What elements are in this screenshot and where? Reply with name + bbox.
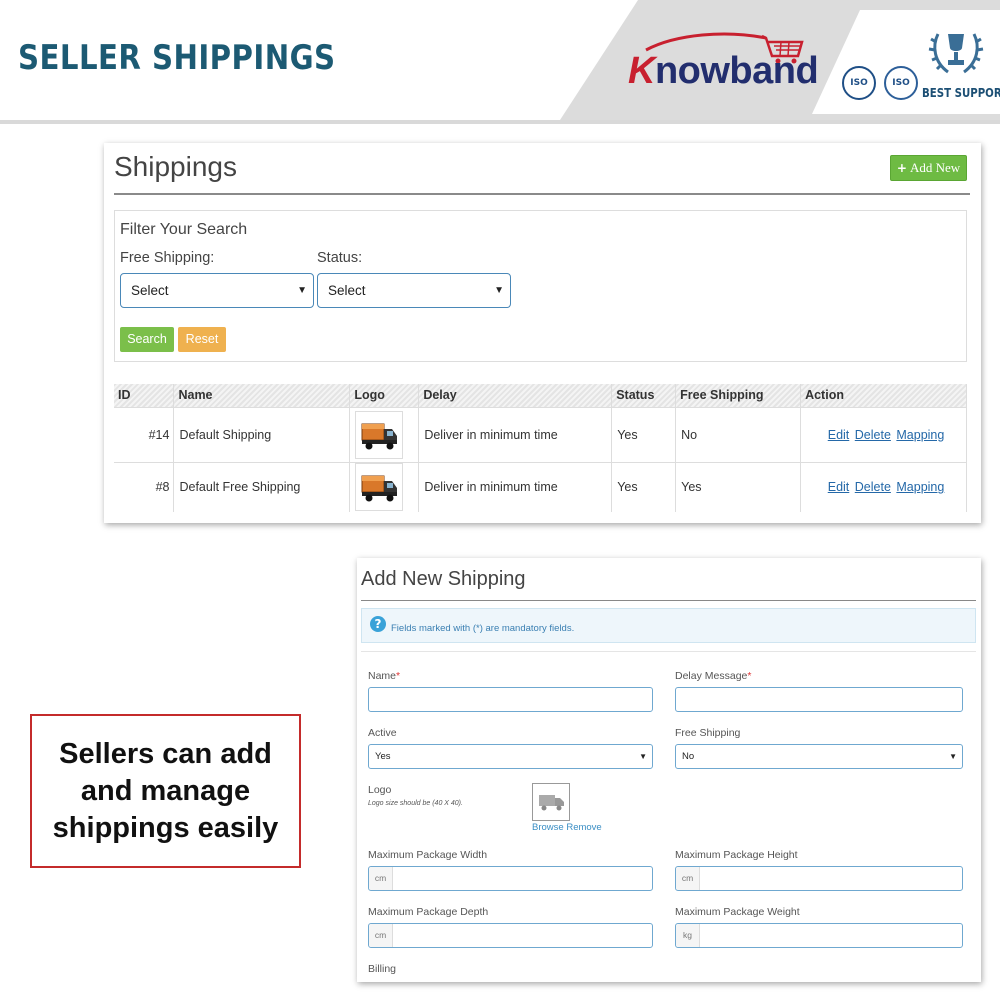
row-name: Default Shipping (173, 406, 351, 462)
logo-actions: Browse Remove (532, 822, 602, 833)
row-free-shipping: Yes (675, 461, 802, 512)
reset-button[interactable]: Reset (178, 327, 226, 352)
row-id: #8 (114, 461, 175, 512)
callout-line: Sellers can add (59, 738, 272, 770)
title-divider (361, 600, 976, 601)
shippings-table: ID Name Logo Delay Status Free Shipping … (114, 384, 967, 512)
row-logo (349, 461, 420, 512)
free-shipping-label: Free Shipping (675, 727, 741, 739)
info-alert: ? Fields marked with (*) are mandatory f… (361, 608, 976, 643)
shippings-panel: Shippings + Add New Filter Your Search Fr… (104, 143, 981, 523)
max-width-input[interactable]: cm (368, 866, 653, 891)
logo-wordmark: Knowband (628, 50, 819, 92)
info-text: Fields marked with (*) are mandatory fie… (391, 623, 575, 634)
edit-link[interactable]: Edit (828, 480, 850, 494)
truck-icon (355, 463, 404, 512)
shippings-title: Shippings (114, 151, 237, 182)
truck-icon (355, 410, 404, 459)
unit-addon: cm (676, 867, 700, 890)
billing-label: Billing (368, 963, 397, 975)
callout-line: and manage (80, 775, 251, 807)
plus-icon: + (896, 161, 907, 175)
unit-addon: cm (369, 867, 393, 890)
max-depth-input[interactable]: cm (368, 923, 653, 948)
truck-placeholder-icon (539, 795, 564, 811)
column-header: Action (800, 384, 967, 407)
name-input[interactable] (368, 687, 653, 712)
dropdown-arrow-icon: ▼ (494, 285, 504, 296)
column-header[interactable]: Name (173, 384, 351, 407)
max-weight-input[interactable]: kg (675, 923, 963, 948)
row-status: Yes (611, 461, 677, 512)
unit-addon: kg (676, 924, 700, 947)
search-button[interactable]: Search (120, 327, 174, 352)
row-free-shipping: No (675, 406, 802, 462)
dropdown-arrow-icon: ▼ (949, 752, 957, 761)
table-row: #8 Default Free Shipping Deliver in mini… (114, 461, 967, 512)
free-shipping-select[interactable]: Select ▼ (120, 273, 314, 308)
logo-label: Logo (368, 784, 392, 796)
section-divider (361, 651, 976, 652)
column-header[interactable]: ID (114, 384, 175, 407)
trophy-laurel-icon (928, 33, 984, 74)
row-logo (349, 406, 420, 462)
delay-message-label: Delay Message* (675, 670, 752, 682)
active-label: Active (368, 727, 397, 739)
title-divider (114, 193, 970, 195)
row-delay: Deliver in minimum time (418, 406, 613, 462)
logo-hint: Logo size should be (40 X 40). (368, 800, 463, 807)
callout-line: shippings easily (52, 812, 279, 844)
browse-link[interactable]: Browse (532, 822, 564, 833)
column-header[interactable]: Free Shipping (675, 384, 802, 407)
remove-link[interactable]: Remove (566, 822, 601, 833)
status-filter-label: Status: (317, 250, 363, 266)
delete-link[interactable]: Delete (855, 428, 891, 442)
banner-divider (0, 120, 1000, 124)
mapping-link[interactable]: Mapping (896, 480, 944, 494)
status-select[interactable]: Select ▼ (317, 273, 511, 308)
max-depth-label: Maximum Package Depth (368, 906, 489, 918)
delay-message-input[interactable] (675, 687, 963, 712)
column-header: Logo (349, 384, 420, 407)
page-title: SELLER SHIPPINGS (18, 38, 336, 78)
callout-text: Sellers can add and manage shippings eas… (32, 736, 299, 847)
header-banner: SELLER SHIPPINGS Knowband ISO ISO BEST S… (0, 0, 1000, 124)
delete-link[interactable]: Delete (855, 480, 891, 494)
dropdown-arrow-icon: ▼ (639, 752, 647, 761)
add-new-button[interactable]: + Add New (890, 155, 967, 181)
iso-cert-badge-1: ISO (842, 66, 876, 100)
logo-preview (532, 783, 570, 821)
row-actions: Edit Delete Mapping (800, 406, 967, 462)
table-row: #14 Default Shipping Deliver in minimum … (114, 406, 967, 462)
question-icon: ? (370, 616, 386, 632)
edit-link[interactable]: Edit (828, 428, 850, 442)
row-actions: Edit Delete Mapping (800, 461, 967, 512)
column-header[interactable]: Delay (418, 384, 613, 407)
column-header[interactable]: Status (611, 384, 677, 407)
add-shipping-panel: Add New Shipping ? Fields marked with (*… (357, 558, 981, 982)
max-height-label: Maximum Package Height (675, 849, 798, 861)
add-shipping-title: Add New Shipping (361, 568, 526, 590)
dropdown-arrow-icon: ▼ (297, 285, 307, 296)
free-shipping-select[interactable]: No ▼ (675, 744, 963, 769)
table-header-row: ID Name Logo Delay Status Free Shipping … (114, 384, 967, 407)
row-name: Default Free Shipping (173, 461, 351, 512)
active-select[interactable]: Yes ▼ (368, 744, 653, 769)
knowband-logo: Knowband (616, 28, 819, 98)
filter-section: Filter Your Search Free Shipping: Status… (114, 210, 967, 362)
row-id: #14 (114, 406, 175, 462)
free-shipping-filter-label: Free Shipping: (120, 250, 215, 266)
name-label: Name* (368, 670, 401, 682)
row-status: Yes (611, 406, 677, 462)
row-delay: Deliver in minimum time (418, 461, 613, 512)
max-width-label: Maximum Package Width (368, 849, 488, 861)
best-support-label: BEST SUPPORT (922, 86, 1000, 100)
iso-cert-badge-2: ISO (884, 66, 918, 100)
max-height-input[interactable]: cm (675, 866, 963, 891)
max-weight-label: Maximum Package Weight (675, 906, 800, 918)
mapping-link[interactable]: Mapping (896, 428, 944, 442)
filter-title: Filter Your Search (120, 221, 248, 238)
feature-callout: Sellers can add and manage shippings eas… (30, 714, 301, 868)
unit-addon: cm (369, 924, 393, 947)
